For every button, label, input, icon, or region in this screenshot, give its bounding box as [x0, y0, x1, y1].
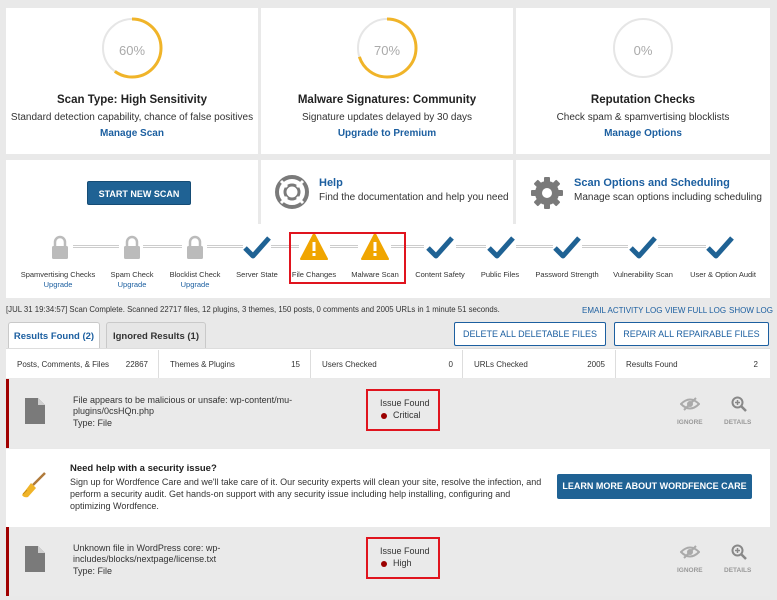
severity-dot	[381, 561, 387, 567]
lock-icon	[52, 235, 68, 259]
stage-label-user-option-audit: User & Option Audit	[690, 270, 756, 279]
reputation-checks-title: Reputation Checks	[590, 94, 696, 106]
stage-connector	[516, 245, 553, 248]
checkmark-icon	[487, 236, 515, 259]
stage-upgrade-link[interactable]: Upgrade	[155, 280, 235, 289]
delete-all-button[interactable]: DELETE ALL DELETABLE FILES	[454, 322, 606, 346]
stat-separator	[462, 350, 463, 378]
stage-label-public-files: Public Files	[480, 270, 520, 279]
file-icon	[25, 546, 45, 572]
details-button[interactable]: DETAILS	[724, 567, 751, 574]
issue-description-path: includes/blocks/nextpage/license.txt	[73, 554, 217, 564]
stat-value: 0	[448, 360, 453, 369]
ignore-button[interactable]: IGNORE	[677, 567, 703, 574]
scan-options-link[interactable]: Scan Options and Scheduling	[574, 177, 730, 189]
issue-type: Type: File	[73, 418, 113, 428]
stat-label: Users Checked	[322, 360, 377, 369]
checkmark-icon	[706, 236, 734, 259]
stage-connector	[207, 245, 243, 248]
care-title: Need help with a security issue?	[70, 463, 217, 474]
file-icon	[25, 398, 45, 424]
checkmark-icon	[629, 236, 657, 259]
stage-label-server-state: Server State	[236, 270, 278, 279]
view-full-log-link[interactable]: VIEW FULL LOG	[665, 306, 726, 315]
stat-separator	[158, 350, 159, 378]
scan-log-message: [JUL 31 19:34:57] Scan Complete. Scanned…	[6, 305, 500, 314]
stat-label: Posts, Comments, & Files	[17, 360, 110, 369]
stage-connector	[456, 245, 486, 248]
highlight-box	[289, 232, 406, 284]
stat-label: Results Found	[626, 360, 678, 369]
stat-value: 2	[753, 360, 758, 369]
details-button[interactable]: DETAILS	[724, 419, 751, 426]
stage-label-vulnerability-scan: Vulnerability Scan	[613, 270, 673, 279]
issue-severity: High	[393, 558, 412, 568]
upgrade-premium-link[interactable]: Upgrade to Premium	[261, 128, 513, 139]
reputation-checks-percent: 0%	[633, 43, 653, 58]
issue-description: Unknown file in WordPress core: wp-	[73, 543, 221, 553]
checkmark-icon	[243, 236, 271, 259]
reputation-checks-card: 0% Reputation Checks Check spam & spamve…	[516, 8, 770, 154]
lifebuoy-icon	[275, 175, 309, 209]
show-log-link[interactable]: SHOW LOG	[729, 306, 773, 315]
stat-value: 22867	[125, 360, 148, 369]
stage-connector	[658, 245, 706, 248]
stage-label-content-safety: Content Safety	[415, 270, 465, 279]
malware-signatures-percent: 70%	[373, 43, 401, 58]
zoom-icon[interactable]	[731, 396, 747, 412]
lock-icon	[187, 235, 203, 259]
stage-connector	[582, 245, 628, 248]
scan-options-desc: Manage scan options including scheduling	[574, 192, 762, 203]
issue-type: Type: File	[73, 566, 113, 576]
issue-status: Issue Found	[380, 546, 430, 556]
email-activity-log-link[interactable]: EMAIL ACTIVITY LOG	[582, 306, 662, 315]
tab-ignored-results[interactable]: Ignored Results (1)	[106, 322, 206, 349]
malware-signatures-desc: Signature updates delayed by 30 days	[301, 112, 473, 123]
issue-severity: Critical	[393, 410, 421, 420]
stat-value: 15	[291, 360, 300, 369]
start-new-scan-button[interactable]: START NEW SCAN	[87, 181, 191, 205]
checkmark-icon	[553, 236, 581, 259]
issue-description: File appears to be malicious or unsafe: …	[73, 395, 293, 405]
eye-slash-icon[interactable]	[680, 545, 700, 559]
help-desc: Find the documentation and help you need	[319, 192, 509, 203]
manage-scan-link[interactable]: Manage Scan	[6, 128, 258, 139]
eye-slash-icon[interactable]	[680, 397, 700, 411]
stat-separator	[310, 350, 311, 378]
severity-box: Issue Found High	[366, 537, 440, 579]
reputation-checks-desc: Check spam & spamvertising blocklists	[556, 112, 730, 123]
stat-label: Themes & Plugins	[170, 360, 235, 369]
severity-dot	[381, 413, 387, 419]
severity-box: Issue Found Critical	[366, 389, 440, 431]
lock-icon	[124, 235, 140, 259]
gear-icon	[531, 177, 563, 209]
issue-status: Issue Found	[380, 398, 430, 408]
scan-type-percent: 60%	[118, 43, 146, 58]
stage-connector	[73, 245, 119, 248]
malware-signatures-title: Malware Signatures: Community	[297, 94, 477, 106]
tab-results-found[interactable]: Results Found (2)	[8, 322, 100, 349]
manage-options-link[interactable]: Manage Options	[516, 128, 770, 139]
scan-type-title: Scan Type: High Sensitivity	[57, 94, 207, 106]
stat-separator	[615, 350, 616, 378]
repair-all-button[interactable]: REPAIR ALL REPAIRABLE FILES	[614, 322, 769, 346]
zoom-icon[interactable]	[731, 544, 747, 560]
stat-label: URLs Checked	[474, 360, 528, 369]
checkmark-icon	[426, 236, 454, 259]
stage-label-password-strength: Password Strength	[535, 270, 599, 279]
malware-signatures-card: 70% Malware Signatures: Community Signat…	[261, 8, 513, 154]
issue-description-path: plugins/0csHQn.php	[73, 406, 155, 416]
broom-icon	[22, 472, 46, 498]
help-link[interactable]: Help	[319, 177, 343, 189]
scan-type-card: 60% Scan Type: High Sensitivity Standard…	[6, 8, 258, 154]
stat-value: 2005	[587, 360, 605, 369]
scan-type-desc: Standard detection capability, chance of…	[10, 112, 254, 123]
learn-more-care-button[interactable]: LEARN MORE ABOUT WORDFENCE CARE	[557, 474, 752, 499]
care-description: Sign up for Wordfence Care and we'll tak…	[70, 477, 542, 511]
stage-connector	[143, 245, 182, 248]
ignore-button[interactable]: IGNORE	[677, 419, 703, 426]
